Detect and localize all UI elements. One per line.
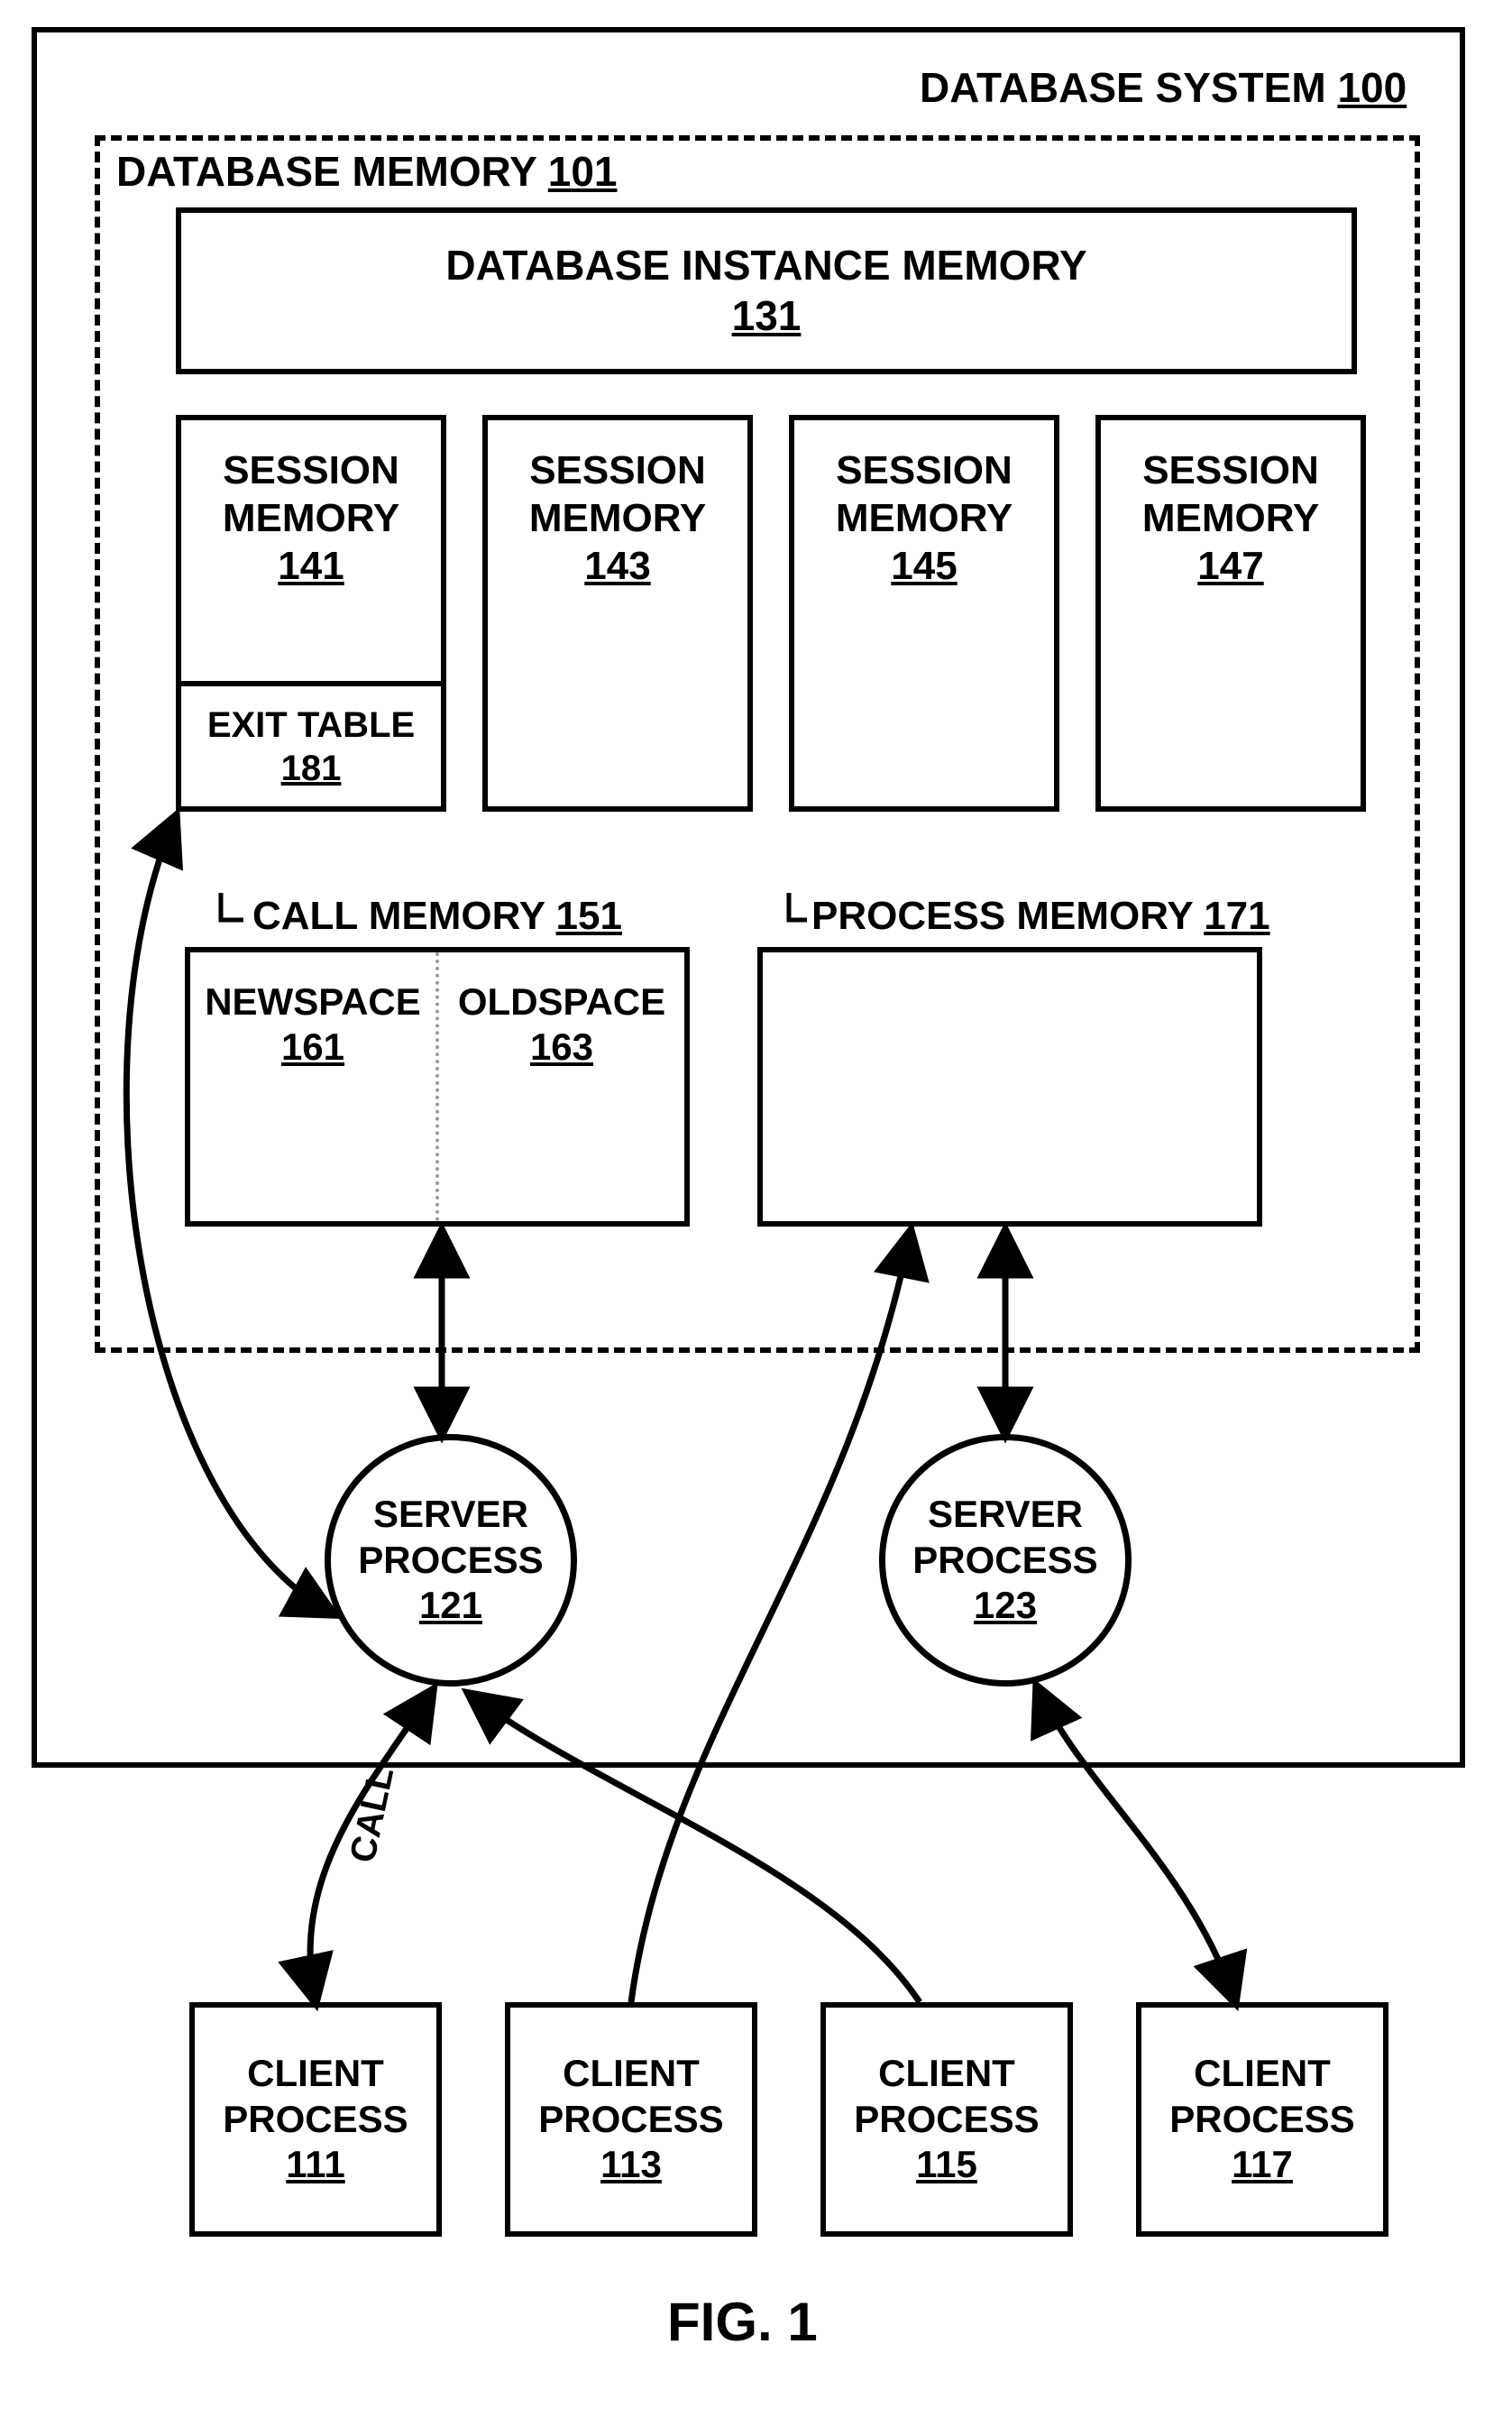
exit-table: EXIT TABLE181	[176, 681, 446, 812]
server-process-121: SERVER PROCESS121	[325, 1434, 577, 1687]
client-process-label-115: CLIENT PROCESS115	[826, 2051, 1068, 2187]
instance-memory-label: DATABASE INSTANCE MEMORY131	[445, 241, 1086, 340]
session-memory-145: SESSION MEMORY145	[789, 415, 1059, 812]
server-process-label-121: SERVER PROCESS121	[331, 1492, 571, 1628]
call-memory-box: NEWSPACE161 OLDSPACE163	[185, 947, 690, 1227]
session-memory-label-147: SESSION MEMORY147	[1101, 420, 1361, 590]
call-label: CALL	[343, 1764, 402, 1867]
client-process-label-117: CLIENT PROCESS117	[1141, 2051, 1383, 2187]
instance-memory-box: DATABASE INSTANCE MEMORY131	[176, 207, 1357, 374]
database-system-title: DATABASE SYSTEM 100	[920, 63, 1407, 113]
call-memory-title: CALL MEMORY 151	[252, 893, 622, 941]
newspace-box: NEWSPACE161	[190, 952, 439, 1221]
newspace-label: NEWSPACE161	[205, 979, 421, 1071]
session-memory-141: SESSION MEMORY141 EXIT TABLE181	[176, 415, 446, 812]
client-process-label-111: CLIENT PROCESS111	[195, 2051, 436, 2187]
figure-label: FIG. 1	[667, 2291, 818, 2353]
client-process-label-113: CLIENT PROCESS113	[510, 2051, 752, 2187]
client-process-111: CLIENT PROCESS111	[189, 2002, 442, 2237]
oldspace-box: OLDSPACE163	[439, 952, 684, 1221]
process-memory-title: PROCESS MEMORY 171	[811, 893, 1270, 941]
database-memory-title: DATABASE MEMORY 101	[113, 147, 621, 197]
client-process-115: CLIENT PROCESS115	[820, 2002, 1073, 2237]
client-process-113: CLIENT PROCESS113	[505, 2002, 757, 2237]
diagram-canvas: DATABASE SYSTEM 100 DATABASE MEMORY 101 …	[18, 18, 1494, 2399]
session-memory-label-143: SESSION MEMORY143	[488, 420, 747, 590]
client-process-117: CLIENT PROCESS117	[1136, 2002, 1388, 2237]
process-memory-box	[757, 947, 1262, 1227]
session-memory-143: SESSION MEMORY143	[482, 415, 753, 812]
session-memory-label-145: SESSION MEMORY145	[794, 420, 1054, 590]
session-memory-label-141: SESSION MEMORY141	[181, 420, 441, 590]
exit-table-label: EXIT TABLE181	[207, 703, 415, 790]
server-process-123: SERVER PROCESS123	[879, 1434, 1132, 1687]
server-process-label-123: SERVER PROCESS123	[885, 1492, 1125, 1628]
session-memory-147: SESSION MEMORY147	[1095, 415, 1366, 812]
oldspace-label: OLDSPACE163	[458, 979, 665, 1071]
